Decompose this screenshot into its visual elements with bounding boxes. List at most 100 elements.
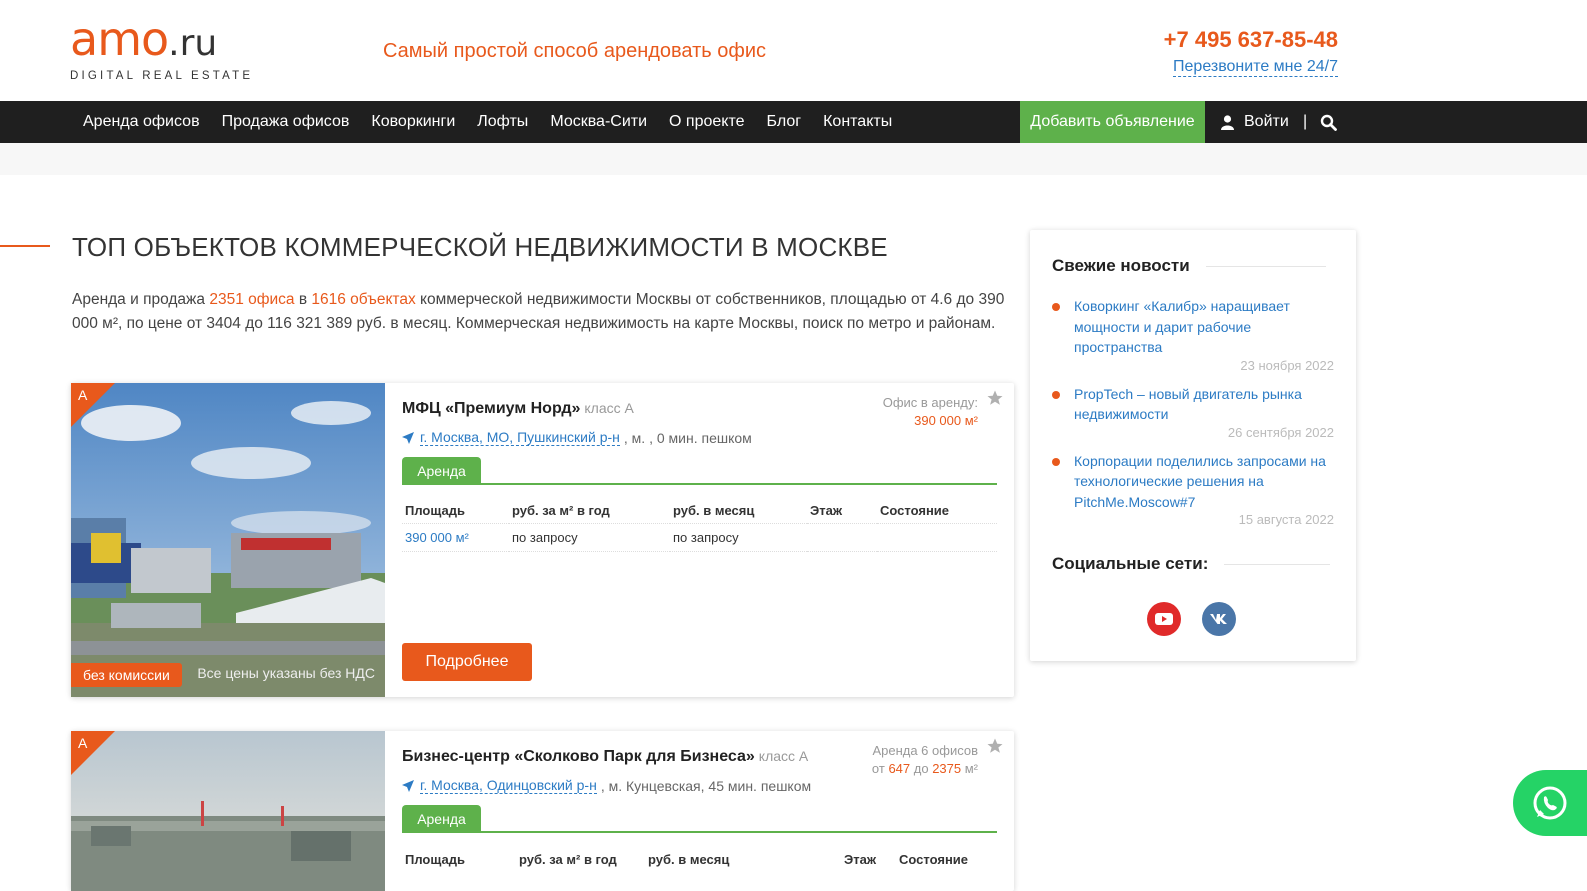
deal-tabs: Аренда [402, 805, 997, 833]
news-date: 15 августа 2022 [1238, 512, 1334, 527]
city-photo [71, 731, 385, 891]
whatsapp-icon [1533, 786, 1567, 820]
listing-photo[interactable]: A [71, 731, 385, 891]
cell-floor [807, 522, 877, 552]
breadcrumb-strip [0, 143, 1587, 175]
objects-count-link[interactable]: 1616 объектах [311, 291, 415, 308]
logo-ru-text: .ru [168, 23, 218, 64]
col-floor: Этаж [844, 851, 877, 867]
news-heading: Свежие новости [1052, 256, 1326, 276]
news-item: Коворкинг «Калибр» наращивает мощности и… [1052, 296, 1334, 373]
offer-label: Офис в аренду: [882, 395, 978, 410]
login-button[interactable]: Войти [1221, 101, 1289, 143]
location-arrow-icon [402, 779, 414, 792]
bullet [1052, 457, 1060, 466]
vk-icon[interactable] [1202, 602, 1236, 636]
tab-rent[interactable]: Аренда [402, 457, 481, 485]
address-link[interactable]: г. Москва, Одинцовский р-н [420, 777, 597, 794]
bullet [1052, 390, 1060, 399]
offer-min: 647 [888, 761, 911, 776]
offer-range: от 647 до 2375 м² [872, 760, 978, 778]
offices-table: Площадь руб. за м² в год руб. в месяц Эт… [402, 499, 997, 552]
main-nav: Аренда офисов Продажа офисов Коворкинги … [0, 101, 1587, 143]
add-listing-button[interactable]: Добавить объявление [1020, 101, 1205, 143]
intro-part: в [294, 291, 312, 308]
listing-name-link[interactable]: Бизнес-центр «Сколково Парк для Бизнеса» [402, 748, 755, 765]
details-button[interactable]: Подробнее [402, 643, 532, 681]
favorite-star-icon[interactable] [986, 389, 1004, 407]
news-link[interactable]: Корпорации поделились запросами на техно… [1074, 451, 1334, 513]
table-header: Площадь руб. за м² в год руб. в месяц Эт… [402, 499, 997, 523]
search-icon[interactable] [1320, 114, 1337, 131]
col-price-month: руб. в месяц [673, 503, 755, 519]
news-date: 26 сентября 2022 [1227, 424, 1334, 440]
news-list: Коворкинг «Калибр» наращивает мощности и… [1052, 296, 1334, 527]
page-title: ТОП ОБЪЕКТОВ КОММЕРЧЕСКОЙ НЕДВИЖИМОСТИ В… [72, 232, 888, 262]
class-letter: A [78, 735, 88, 751]
news-item: PropTech – новый двигатель рынка недвижи… [1052, 384, 1334, 440]
class-letter: A [78, 387, 88, 403]
nav-item-office-rent[interactable]: Аренда офисов [72, 101, 211, 143]
listing-name-link[interactable]: МФЦ «Премиум Норд» [402, 400, 580, 417]
address-link[interactable]: г. Москва, МО, Пушкинский р-н [420, 429, 620, 446]
nav-separator: | [1303, 113, 1308, 130]
cell-area[interactable]: 390 000 м² [402, 522, 509, 552]
col-condition: Состояние [880, 503, 950, 519]
listing-card: A Бизнес-центр «Сколково Парк для Бизнес… [71, 731, 1014, 891]
table-row[interactable]: 390 000 м² по запросу по запросу [402, 522, 997, 552]
cell-price-month: по запросу [670, 522, 807, 552]
youtube-glyph [1155, 613, 1173, 625]
phone-number[interactable]: +7 495 637-85-48 [1164, 27, 1338, 53]
heading-rule [1224, 563, 1331, 565]
cell-condition [877, 522, 997, 552]
logo-subtitle: DIGITAL REAL ESTATE [70, 70, 254, 82]
col-price-month: руб. в месяц [648, 851, 730, 867]
tab-rent[interactable]: Аренда [402, 805, 481, 833]
social-title: Социальные сети: [1052, 554, 1209, 573]
offer-value: 390 000 м² [914, 413, 978, 428]
listing-card: A без комиссии Все цены указаны без НДС … [71, 383, 1014, 697]
youtube-icon[interactable] [1147, 602, 1181, 636]
nav-item-office-sale[interactable]: Продажа офисов [211, 101, 361, 143]
offer-label: Аренда 6 офисов [872, 743, 978, 758]
no-vat-note: Все цены указаны без НДС [197, 665, 375, 681]
callback-link[interactable]: Перезвоните мне 24/7 [1173, 58, 1338, 77]
login-label: Войти [1244, 113, 1289, 130]
whatsapp-button[interactable] [1513, 770, 1587, 836]
offer-unit: м² [961, 761, 978, 776]
col-area: Площадь [405, 851, 465, 867]
news-item: Корпорации поделились запросами на техно… [1052, 451, 1334, 527]
col-price-year: руб. за м² в год [519, 851, 617, 867]
nav-item-coworking[interactable]: Коворкинги [360, 101, 466, 143]
news-link[interactable]: PropTech – новый двигатель рынка недвижи… [1074, 384, 1334, 425]
news-link[interactable]: Коворкинг «Калибр» наращивает мощности и… [1074, 296, 1334, 358]
favorite-star-icon[interactable] [986, 737, 1004, 755]
nav-item-blog[interactable]: Блог [756, 101, 813, 143]
listing-title: Бизнес-центр «Сколково Парк для Бизнеса»… [402, 748, 808, 766]
col-area: Площадь [405, 503, 465, 519]
col-condition: Состояние [899, 851, 969, 867]
listing-class: класс А [758, 748, 809, 764]
bullet [1052, 303, 1060, 311]
offices-count-link[interactable]: 2351 офиса [209, 291, 294, 308]
nav-item-about[interactable]: О проекте [658, 101, 755, 143]
nav-item-lofts[interactable]: Лофты [466, 101, 539, 143]
sidebar: Свежие новости Коворкинг «Калибр» наращи… [1030, 230, 1356, 661]
offer-from: от [871, 761, 889, 776]
title-accent-line [0, 245, 50, 247]
deal-tabs: Аренда [402, 457, 997, 485]
no-commission-badge: без комиссии [71, 663, 182, 687]
listing-photo[interactable]: A без комиссии Все цены указаны без НДС [71, 383, 385, 697]
building-photo [71, 383, 385, 697]
site-logo[interactable]: amo.ru DIGITAL REAL ESTATE [70, 16, 253, 82]
offer-summary: Офис в аренду: 390 000 м² [883, 394, 978, 430]
slogan: Самый простой способ арендовать офис [383, 40, 766, 62]
user-icon [1221, 114, 1234, 130]
logo-main-text: amo [70, 12, 169, 66]
nav-item-contacts[interactable]: Контакты [812, 101, 903, 143]
vk-glyph [1210, 614, 1227, 624]
nav-item-moscow-city[interactable]: Москва-Сити [539, 101, 658, 143]
listing-class: класс А [584, 400, 634, 416]
offices-table: Площадь руб. за м² в год руб. в месяц Эт… [402, 847, 997, 871]
metro-info: , м. Кунцевская, 45 мин. пешком [600, 777, 812, 794]
